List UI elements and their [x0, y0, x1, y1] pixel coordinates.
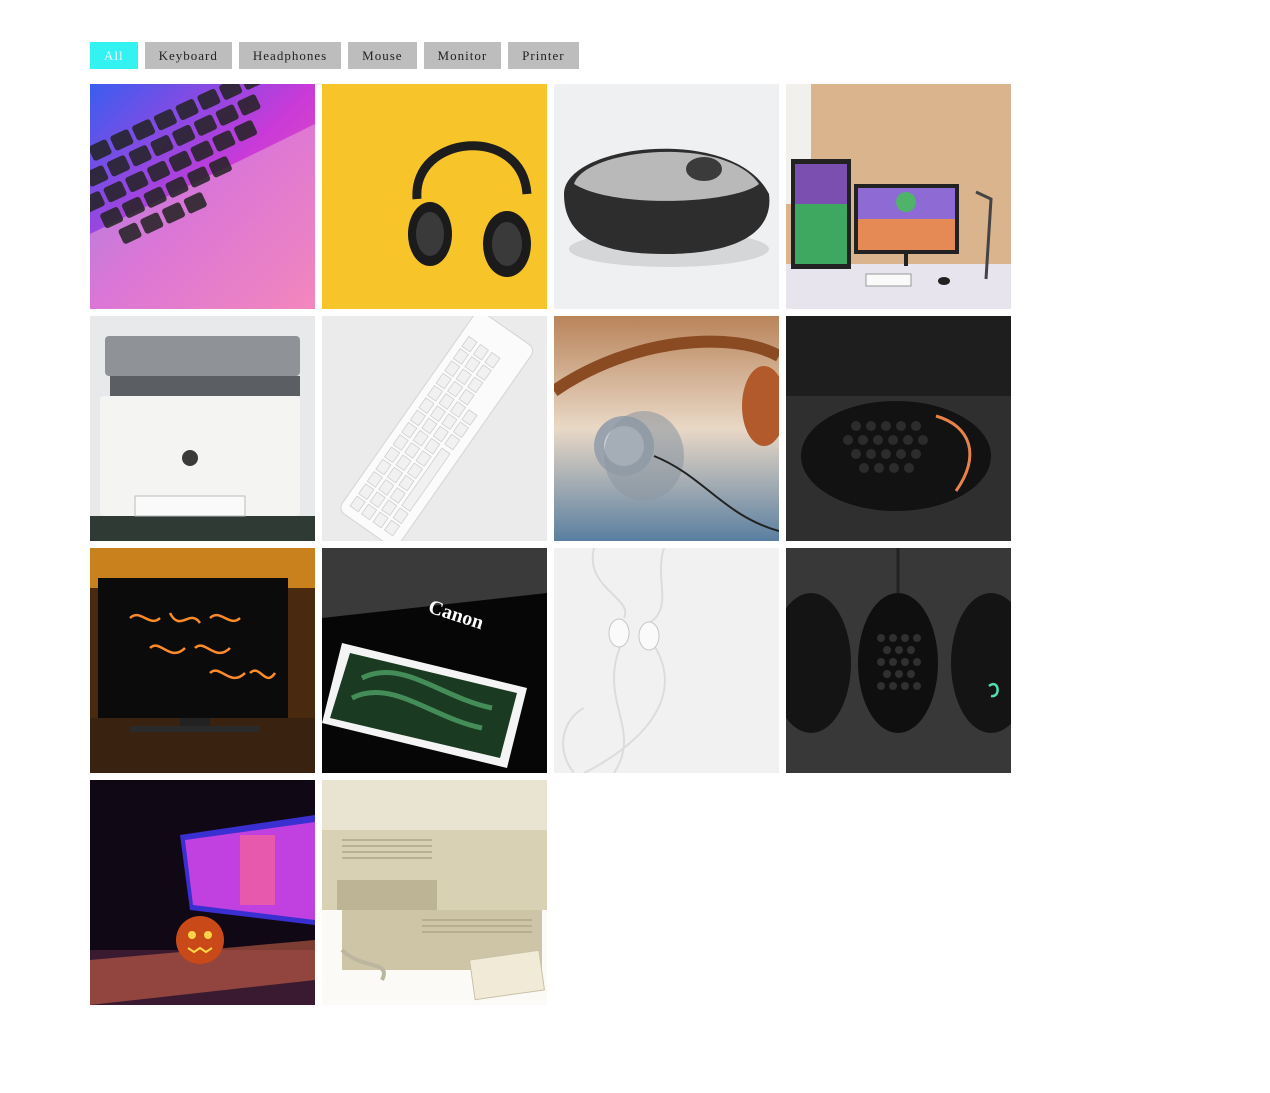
filter-monitor-button[interactable]: Monitor	[423, 42, 502, 69]
monitor-photo	[786, 84, 1011, 309]
gallery-item-monitor[interactable]	[90, 780, 315, 1005]
filter-all-button[interactable]: All	[90, 42, 138, 69]
filter-keyboard-button[interactable]: Keyboard	[144, 42, 232, 69]
mouse-photo	[786, 548, 1011, 773]
headphones-photo	[554, 316, 779, 541]
earphones-photo	[554, 548, 779, 773]
printer-photo	[90, 316, 315, 541]
printer-photo: Canon	[322, 548, 547, 773]
gallery-item-headphones[interactable]	[322, 84, 547, 309]
monitor-photo	[90, 548, 315, 773]
monitor-photo	[90, 780, 315, 1005]
printer-photo	[322, 780, 547, 1005]
gallery-item-mouse[interactable]	[786, 316, 1011, 541]
filter-printer-button[interactable]: Printer	[508, 42, 579, 69]
mouse-photo	[786, 316, 1011, 541]
gallery-item-printer[interactable]: Canon	[322, 548, 547, 773]
gallery-item-printer[interactable]	[90, 316, 315, 541]
mouse-photo	[554, 84, 779, 309]
keyboard-photo	[90, 84, 315, 309]
filter-mouse-button[interactable]: Mouse	[348, 42, 417, 69]
gallery-item-mouse[interactable]	[554, 84, 779, 309]
gallery-item-headphones[interactable]	[554, 548, 779, 773]
gallery-item-keyboard[interactable]	[90, 84, 315, 309]
gallery-item-printer[interactable]	[322, 780, 547, 1005]
gallery-item-headphones[interactable]	[554, 316, 779, 541]
gallery-item-keyboard[interactable]	[322, 316, 547, 541]
gallery-item-monitor[interactable]	[90, 548, 315, 773]
headphones-photo	[322, 84, 547, 309]
gallery-item-monitor[interactable]	[786, 84, 1011, 309]
keyboard-photo	[322, 316, 547, 541]
filter-headphones-button[interactable]: Headphones	[238, 42, 342, 69]
category-filter-bar: All Keyboard Headphones Mouse Monitor Pr…	[90, 42, 579, 69]
gallery-item-mouse[interactable]	[786, 548, 1011, 773]
product-gallery: Canon	[90, 84, 1012, 1005]
